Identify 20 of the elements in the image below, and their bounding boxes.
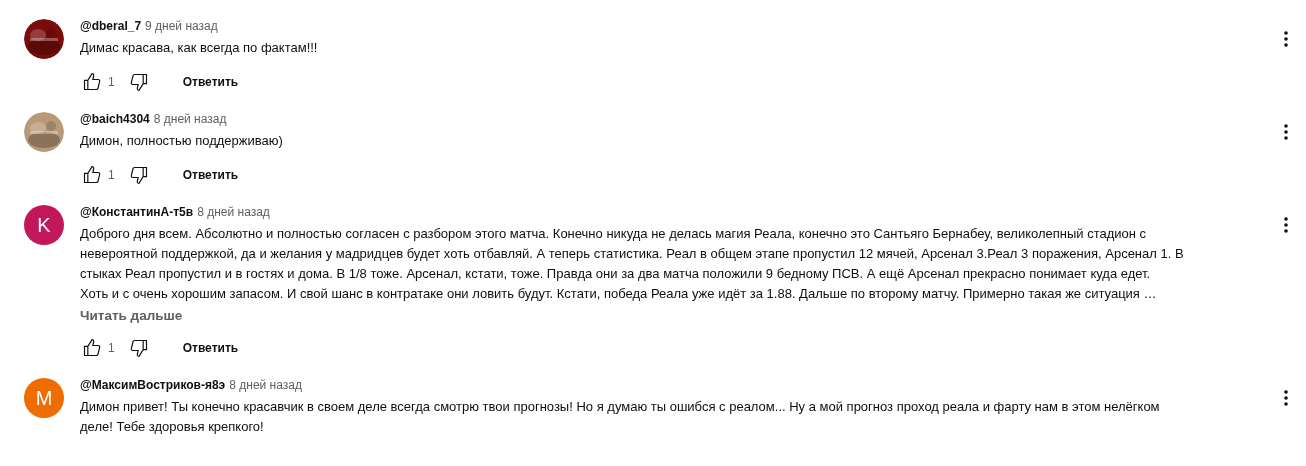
reply-button[interactable]: Ответить (174, 335, 247, 361)
like-count: 1 (108, 341, 115, 355)
like-count: 1 (108, 168, 115, 182)
like-count: 1 (108, 75, 115, 89)
comment-text: Димас красава, как всегда по фактам!!! (80, 39, 319, 57)
avatar[interactable]: K (24, 205, 64, 245)
reply-button[interactable]: Ответить (174, 162, 247, 188)
comment-text: Доброго дня всем. Абсолютно и полностью согласен с разбором этого матча. Конечно никуда не делась магия Реала, конечно это Сантьяго Бернабеу, великолепный стадион с невероятной поддержкой, да и желания у мадридцев будет хоть отбавляй. А теперь статистика. Реал в общем этапе пропустил 12 мячей, Арсенал 3.Реал 3 поражения, Арсенал 1. В стыках Реал пропустил и в гостях и дома. В 1/8 тоже. Арсенал, кстати, тоже. Правда они за два матча положили 9 бедному ПСВ. А ещё Арсенал прекрасно понимает куда едет. Хоть и с очень хорошим запасом. И свой шанс в контратаке они ловить будут. Кстати, победа Реала уже идёт за 1.88. Дальше по второму матчу. Примерно такая же ситуация … (80, 225, 1185, 303)
comment-time[interactable]: 9 дней назад (145, 19, 218, 33)
read-more-link[interactable]: Читать дальше (80, 308, 183, 323)
comment-text: Димон, полностью поддерживаю) (80, 132, 284, 150)
reply-button[interactable]: Ответить (174, 69, 247, 95)
comment-author[interactable]: @baich4304 (80, 112, 150, 126)
comment-time[interactable]: 8 дней назад (197, 205, 270, 219)
comment-time[interactable]: 8 дней назад (229, 378, 302, 392)
comment-author[interactable]: @dberal_7 (80, 19, 142, 33)
comment-text: Димон привет! Ты конечно красавчик в своем деле всегда смотрю твои прогнозы! Но я думаю ты ошибся с реалом... Ну а мой прогноз проход реала и фарту нам в этом нелёгком деле! Тебе здоровья крепкого! (80, 398, 1161, 436)
comment-author[interactable]: @МаксимВостриков-я8э (80, 378, 226, 392)
comment-time[interactable]: 8 дней назад (153, 112, 227, 126)
comment-author[interactable]: @КонстантинА-т5в (80, 205, 194, 219)
